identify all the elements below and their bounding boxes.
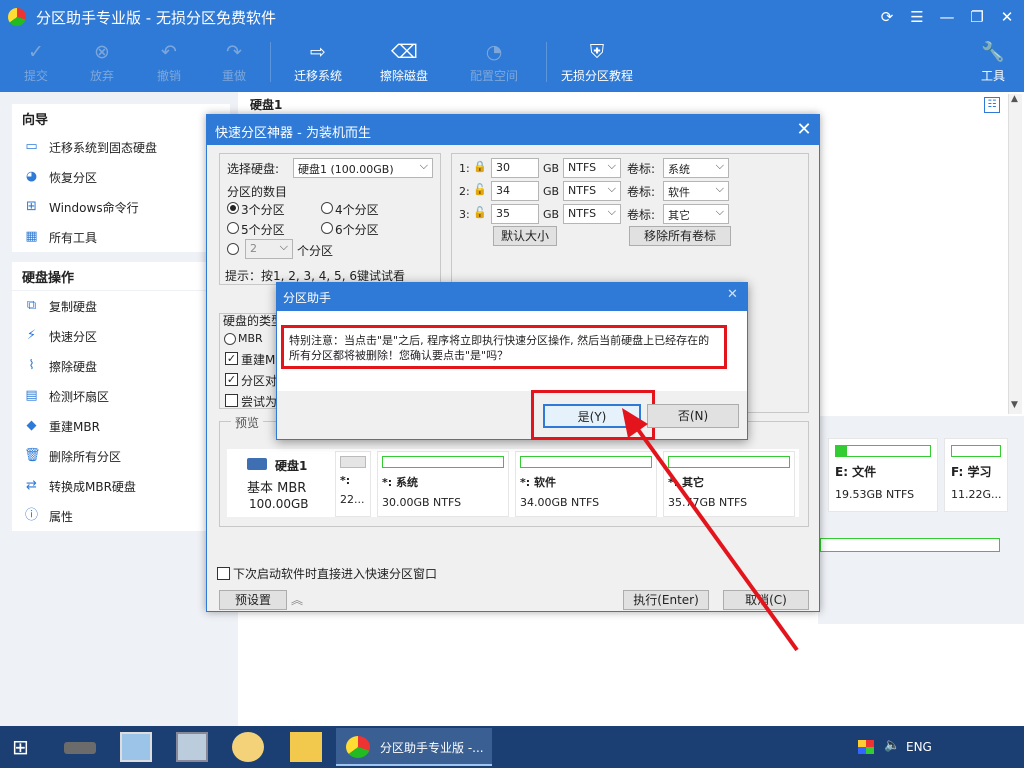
computer-icon[interactable]: [176, 732, 208, 762]
remote-desktop-icon[interactable]: [120, 732, 152, 762]
taskbar-active-app[interactable]: 分区助手专业版 -...: [336, 728, 492, 766]
speaker-icon[interactable]: 🔈: [884, 738, 900, 753]
taskbar-app-label: 分区助手专业版 -...: [380, 741, 484, 755]
windows-start-icon[interactable]: ⊞: [12, 736, 36, 758]
hardware-icon[interactable]: [64, 742, 96, 754]
app-logo-icon: [346, 736, 370, 758]
language-indicator[interactable]: ENG: [906, 740, 932, 754]
search-tool-icon[interactable]: [232, 732, 264, 762]
annotation-arrow: [622, 408, 799, 652]
color-tray-icon[interactable]: [858, 740, 874, 754]
folder-icon[interactable]: [290, 732, 322, 762]
